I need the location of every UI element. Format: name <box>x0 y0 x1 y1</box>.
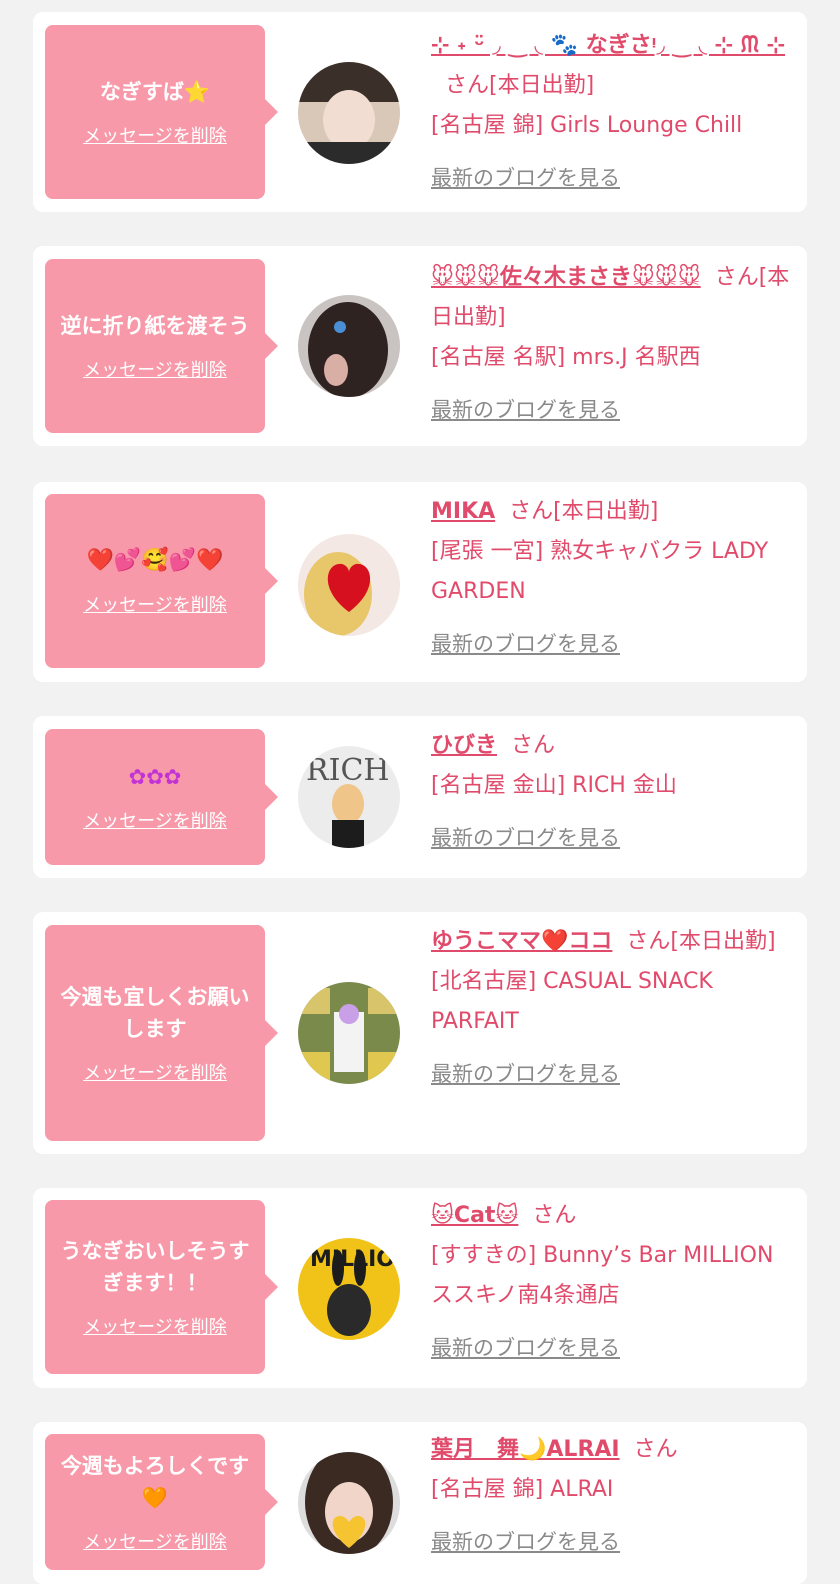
delete-message-link[interactable]: メッセージを削除 <box>83 1059 227 1085</box>
cast-suffix: さん[本日出勤] <box>626 929 776 954</box>
shop-name: [名古屋 錦] ALRAI <box>431 1477 614 1502</box>
message-text: なぎすば⭐ <box>99 80 211 104</box>
shop-name: [すすきの] Bunny’s Bar MILLION ススキノ南4条通店 <box>431 1243 774 1308</box>
avatar[interactable] <box>298 295 400 397</box>
cast-suffix: さん <box>511 733 556 758</box>
cast-info: MIKA さん[本日出勤] [尾張 一宮] 熟女キャバクラ LADY GARDEN… <box>431 492 793 664</box>
message-card: 逆に折り紙を渡そう メッセージを削除 🐭🐭🐭佐々木まさき🐭🐭🐭 さん[本日出勤] … <box>33 246 807 446</box>
cast-suffix: さん <box>532 1203 577 1228</box>
delete-message-link[interactable]: メッセージを削除 <box>83 1313 227 1339</box>
shop-name: [名古屋 錦] Girls Lounge Chill <box>431 113 743 138</box>
cast-info: 🐱Cat🐱 さん [すすきの] Bunny’s Bar MILLION ススキノ南… <box>431 1196 793 1368</box>
cast-name-link[interactable]: 🐭🐭🐭佐々木まさき🐭🐭🐭 <box>431 265 701 290</box>
cast-name-link[interactable]: ひびき <box>431 733 497 758</box>
message-bubble: なぎすば⭐ メッセージを削除 <box>45 25 278 199</box>
cast-info: 🐭🐭🐭佐々木まさき🐭🐭🐭 さん[本日出勤] [名古屋 名駅] mrs.J 名駅西 … <box>431 258 793 430</box>
cast-info: ひびき さん [名古屋 金山] RICH 金山 最新のブログを見る <box>431 726 793 858</box>
avatar[interactable]: MILLION <box>298 1238 400 1340</box>
latest-blog-link[interactable]: 最新のブログを見る <box>431 1054 793 1094</box>
shop-name: [北名古屋] CASUAL SNACK PARFAIT <box>431 969 713 1034</box>
cast-info: ゆうこママ❤️ココ さん[本日出勤] [北名古屋] CASUAL SNACK PA… <box>431 922 793 1094</box>
message-card: なぎすば⭐ メッセージを削除 ⊹ ˖ ᵕ̈ ◞ ‿ ◟ 🐾 なぎさᵎ◞ ‿ ◟ … <box>33 12 807 212</box>
message-text: 今週も宜しくお願いします <box>60 985 250 1041</box>
latest-blog-link[interactable]: 最新のブログを見る <box>431 624 793 664</box>
shop-name: [名古屋 金山] RICH 金山 <box>431 773 677 798</box>
delete-message-link[interactable]: メッセージを削除 <box>83 591 227 617</box>
cast-name-link[interactable]: ゆうこママ❤️ココ <box>431 929 612 954</box>
latest-blog-link[interactable]: 最新のブログを見る <box>431 390 793 430</box>
latest-blog-link[interactable]: 最新のブログを見る <box>431 1328 793 1368</box>
cast-name-link[interactable]: 葉月 舞🌙ALRAI <box>431 1437 620 1462</box>
latest-blog-link[interactable]: 最新のブログを見る <box>431 818 793 858</box>
message-card: 今週もよろしくです🧡 メッセージを削除 葉月 舞🌙ALRAI さん [名古屋 錦]… <box>33 1422 807 1584</box>
svg-text:RICH: RICH <box>306 753 390 788</box>
message-list: なぎすば⭐ メッセージを削除 ⊹ ˖ ᵕ̈ ◞ ‿ ◟ 🐾 なぎさᵎ◞ ‿ ◟ … <box>0 0 840 1584</box>
avatar[interactable] <box>298 62 400 164</box>
message-card: 今週も宜しくお願いします メッセージを削除 ゆうこママ❤️ココ さん[本日出勤] … <box>33 912 807 1154</box>
avatar[interactable] <box>298 534 400 636</box>
message-bubble: 逆に折り紙を渡そう メッセージを削除 <box>45 259 278 433</box>
message-text: うなぎおいしそうすぎます！！ <box>60 1239 250 1295</box>
latest-blog-link[interactable]: 最新のブログを見る <box>431 158 793 198</box>
message-bubble: 今週もよろしくです🧡 メッセージを削除 <box>45 1434 278 1570</box>
shop-name: [尾張 一宮] 熟女キャバクラ LADY GARDEN <box>431 539 769 604</box>
cast-suffix: さん <box>633 1437 678 1462</box>
delete-message-link[interactable]: メッセージを削除 <box>83 356 227 382</box>
cast-info: ⊹ ˖ ᵕ̈ ◞ ‿ ◟ 🐾 なぎさᵎ◞ ‿ ◟ ⊹ ᙏ ⊹ さん[本日出勤] [… <box>431 26 793 198</box>
delete-message-link[interactable]: メッセージを削除 <box>83 807 227 833</box>
delete-message-link[interactable]: メッセージを削除 <box>83 122 227 148</box>
avatar[interactable]: RICH <box>298 746 400 848</box>
delete-message-link[interactable]: メッセージを削除 <box>83 1528 227 1554</box>
shop-name: [名古屋 名駅] mrs.J 名駅西 <box>431 345 701 370</box>
cast-name-link[interactable]: 🐱Cat🐱 <box>431 1203 518 1228</box>
message-card: うなぎおいしそうすぎます！！ メッセージを削除 MILLION 🐱Cat🐱 さん … <box>33 1188 807 1388</box>
message-text: 今週もよろしくです🧡 <box>60 1454 250 1510</box>
message-card: ❤️💕🥰💕❤️ メッセージを削除 MIKA さん[本日出勤] [尾張 一宮] 熟女… <box>33 482 807 682</box>
avatar[interactable] <box>298 982 400 1084</box>
cast-suffix: さん[本日出勤] <box>445 73 595 98</box>
message-card: ✿✿✿ メッセージを削除 RICH ひびき さん [名古屋 金山] RICH 金山… <box>33 716 807 878</box>
avatar[interactable] <box>298 1452 400 1554</box>
cast-suffix: さん[本日出勤] <box>509 499 659 524</box>
cast-info: 葉月 舞🌙ALRAI さん [名古屋 錦] ALRAI 最新のブログを見る <box>431 1430 793 1562</box>
message-bubble: ❤️💕🥰💕❤️ メッセージを削除 <box>45 494 278 668</box>
message-bubble: 今週も宜しくお願いします メッセージを削除 <box>45 925 278 1141</box>
message-bubble: ✿✿✿ メッセージを削除 <box>45 729 278 865</box>
cast-name-link[interactable]: ⊹ ˖ ᵕ̈ ◞ ‿ ◟ 🐾 なぎさᵎ◞ ‿ ◟ ⊹ ᙏ ⊹ <box>431 33 785 58</box>
latest-blog-link[interactable]: 最新のブログを見る <box>431 1522 793 1562</box>
message-bubble: うなぎおいしそうすぎます！！ メッセージを削除 <box>45 1200 278 1374</box>
message-text: ✿✿✿ <box>128 765 182 789</box>
message-text: 逆に折り紙を渡そう <box>60 314 250 338</box>
message-text: ❤️💕🥰💕❤️ <box>86 548 224 573</box>
cast-name-link[interactable]: MIKA <box>431 499 495 524</box>
